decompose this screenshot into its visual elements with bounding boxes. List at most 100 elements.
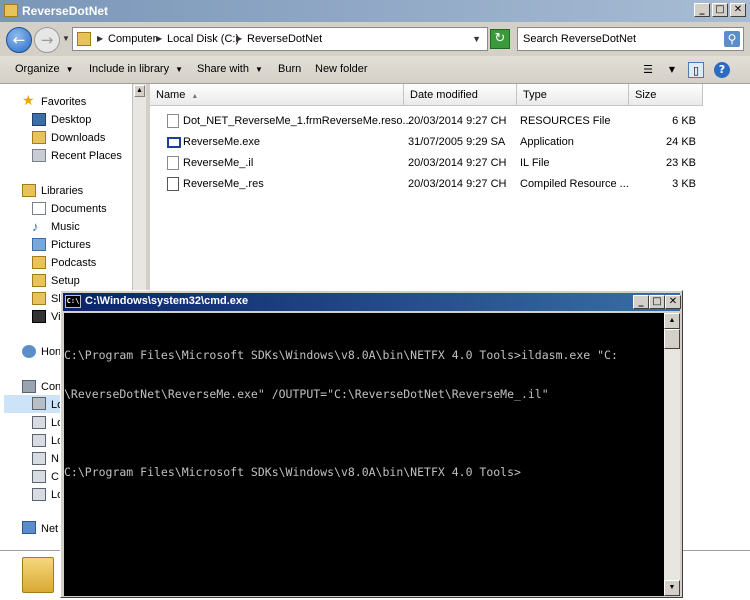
back-button[interactable]: ← — [6, 27, 32, 53]
chevron-right-icon[interactable]: ▶ — [156, 34, 162, 43]
refresh-button[interactable]: ↻ — [490, 29, 510, 49]
nav-downloads[interactable]: Downloads — [51, 132, 105, 144]
file-size: 24 KB — [666, 136, 696, 148]
file-row[interactable]: Dot_NET_ReverseMe_1.frmReverseMe.reso...… — [162, 112, 742, 131]
column-header-size[interactable]: Size — [629, 84, 703, 106]
file-row[interactable]: ReverseMe_.res 20/03/2014 9:27 CH Compil… — [162, 175, 742, 194]
file-size: 6 KB — [672, 115, 696, 127]
nav-pictures[interactable]: Pictures — [51, 239, 91, 251]
cmd-close-button[interactable]: ✕ — [665, 295, 681, 309]
cmd-console[interactable]: C:\Program Files\Microsoft SDKs\Windows\… — [64, 313, 664, 596]
cmd-maximize-button[interactable]: □ — [649, 295, 665, 309]
explorer-titlebar[interactable]: ReverseDotNet _ □ ✕ — [0, 0, 750, 22]
resource-file-icon — [167, 177, 179, 191]
preview-pane-icon[interactable]: ▯ — [688, 62, 704, 78]
cmd-minimize-button[interactable]: _ — [633, 295, 649, 309]
breadcrumb-local-disk[interactable]: Local Disk (C:) — [167, 33, 239, 45]
nav-desktop[interactable]: Desktop — [51, 114, 91, 126]
documents-icon — [32, 202, 46, 215]
file-date: 31/07/2005 9:29 SA — [408, 136, 506, 148]
cmd-icon[interactable]: C:\ — [65, 295, 81, 308]
folder-icon — [22, 557, 54, 593]
folder-icon — [4, 4, 18, 17]
drive-icon — [32, 397, 46, 410]
arrow-right-icon: → — [40, 31, 54, 49]
scroll-up-icon[interactable]: ▲ — [134, 85, 145, 97]
search-input[interactable]: Search ReverseDotNet ⚲ — [517, 27, 744, 51]
cmd-titlebar[interactable]: C:\ C:\Windows\system32\cmd.exe _ □ ✕ — [63, 293, 681, 311]
search-icon[interactable]: ⚲ — [724, 31, 740, 47]
include-in-library-label: Include in library — [89, 63, 170, 75]
file-row[interactable]: ReverseMe.exe 31/07/2005 9:29 SA Applica… — [162, 133, 742, 152]
file-size: 3 KB — [672, 178, 696, 190]
file-icon — [167, 156, 179, 170]
minimize-button[interactable]: _ — [694, 3, 710, 17]
address-box[interactable]: ▶ Computer ▶ Local Disk (C:) ▶ ReverseDo… — [72, 27, 488, 51]
nav-computer[interactable]: Con — [41, 381, 61, 393]
file-icon — [167, 114, 179, 128]
new-folder-button[interactable]: New folder — [315, 63, 368, 75]
nav-favorites[interactable]: Favorites — [41, 96, 86, 108]
organize-button[interactable]: Organize ▼ — [15, 63, 74, 75]
share-with-label: Share with — [197, 63, 249, 75]
scroll-thumb[interactable] — [664, 329, 680, 349]
breadcrumb-computer[interactable]: Computer — [108, 33, 156, 45]
chevron-down-icon: ▼ — [175, 65, 184, 74]
chevron-down-icon[interactable]: ▼ — [664, 62, 680, 78]
close-button[interactable]: ✕ — [730, 3, 746, 17]
scroll-up-icon[interactable]: ▲ — [664, 313, 680, 329]
organize-label: Organize — [15, 63, 60, 75]
nav-recent-places[interactable]: Recent Places — [51, 150, 122, 162]
refresh-icon: ↻ — [494, 31, 506, 46]
file-name: ReverseMe_.il — [183, 157, 254, 169]
share-with-button[interactable]: Share with ▼ — [197, 63, 263, 75]
console-line: \ReverseDotNet\ReverseMe.exe" /OUTPUT="C… — [64, 387, 549, 401]
nav-cd-drive[interactable]: C — [51, 471, 59, 483]
cmd-scrollbar[interactable]: ▲ ▼ — [664, 313, 680, 596]
command-bar: Organize ▼ Include in library ▼ Share with… — [0, 56, 750, 84]
file-date: 20/03/2014 9:27 CH — [408, 115, 507, 127]
nav-libraries[interactable]: Libraries — [41, 185, 83, 197]
chevron-right-icon[interactable]: ▶ — [97, 34, 103, 43]
file-row[interactable]: ReverseMe_.il 20/03/2014 9:27 CH IL File… — [162, 154, 742, 173]
network-icon — [22, 521, 36, 534]
videos-icon — [32, 310, 46, 323]
nav-documents[interactable]: Documents — [51, 203, 107, 215]
maximize-button[interactable]: □ — [712, 3, 728, 17]
help-icon[interactable]: ? — [714, 62, 730, 78]
nav-setup[interactable]: Setup — [51, 275, 80, 287]
file-type: IL File — [520, 157, 550, 169]
file-type: RESOURCES File — [520, 115, 611, 127]
podcasts-icon — [32, 256, 46, 269]
file-date: 20/03/2014 9:27 CH — [408, 178, 507, 190]
column-header-date[interactable]: Date modified — [404, 84, 517, 106]
chevron-right-icon[interactable]: ▶ — [236, 34, 242, 43]
view-options-icon[interactable]: ☰ — [640, 62, 656, 78]
console-prompt: C:\Program Files\Microsoft SDKs\Windows\… — [64, 465, 521, 479]
drive-icon — [32, 434, 46, 447]
column-header-name[interactable]: Name ▲ — [150, 84, 404, 106]
nav-music[interactable]: Music — [51, 221, 80, 233]
nav-network[interactable]: Net — [41, 523, 58, 535]
chevron-down-icon: ▼ — [254, 65, 263, 74]
forward-button[interactable]: → — [34, 27, 60, 53]
file-name: ReverseMe_.res — [183, 178, 264, 190]
breadcrumb-reversedotnet[interactable]: ReverseDotNet — [247, 33, 322, 45]
column-name-label: Name — [156, 89, 186, 101]
scroll-down-icon[interactable]: ▼ — [664, 580, 680, 596]
file-date: 20/03/2014 9:27 CH — [408, 157, 507, 169]
file-size: 23 KB — [666, 157, 696, 169]
cmd-window[interactable]: C:\ C:\Windows\system32\cmd.exe _ □ ✕ C:… — [60, 290, 683, 598]
nav-podcasts[interactable]: Podcasts — [51, 257, 96, 269]
include-in-library-button[interactable]: Include in library ▼ — [89, 63, 183, 75]
recent-pages-dropdown[interactable]: ▼ — [62, 34, 70, 43]
libraries-icon — [22, 184, 36, 197]
nav-homegroup[interactable]: Hon — [41, 346, 61, 358]
pictures-icon — [32, 238, 46, 251]
window-title: ReverseDotNet — [22, 4, 109, 18]
chevron-down-icon[interactable]: ▼ — [472, 34, 481, 44]
homegroup-icon — [22, 345, 36, 358]
column-header-type[interactable]: Type — [517, 84, 629, 106]
burn-button[interactable]: Burn — [278, 63, 301, 75]
nav-network-drive[interactable]: N — [51, 453, 59, 465]
